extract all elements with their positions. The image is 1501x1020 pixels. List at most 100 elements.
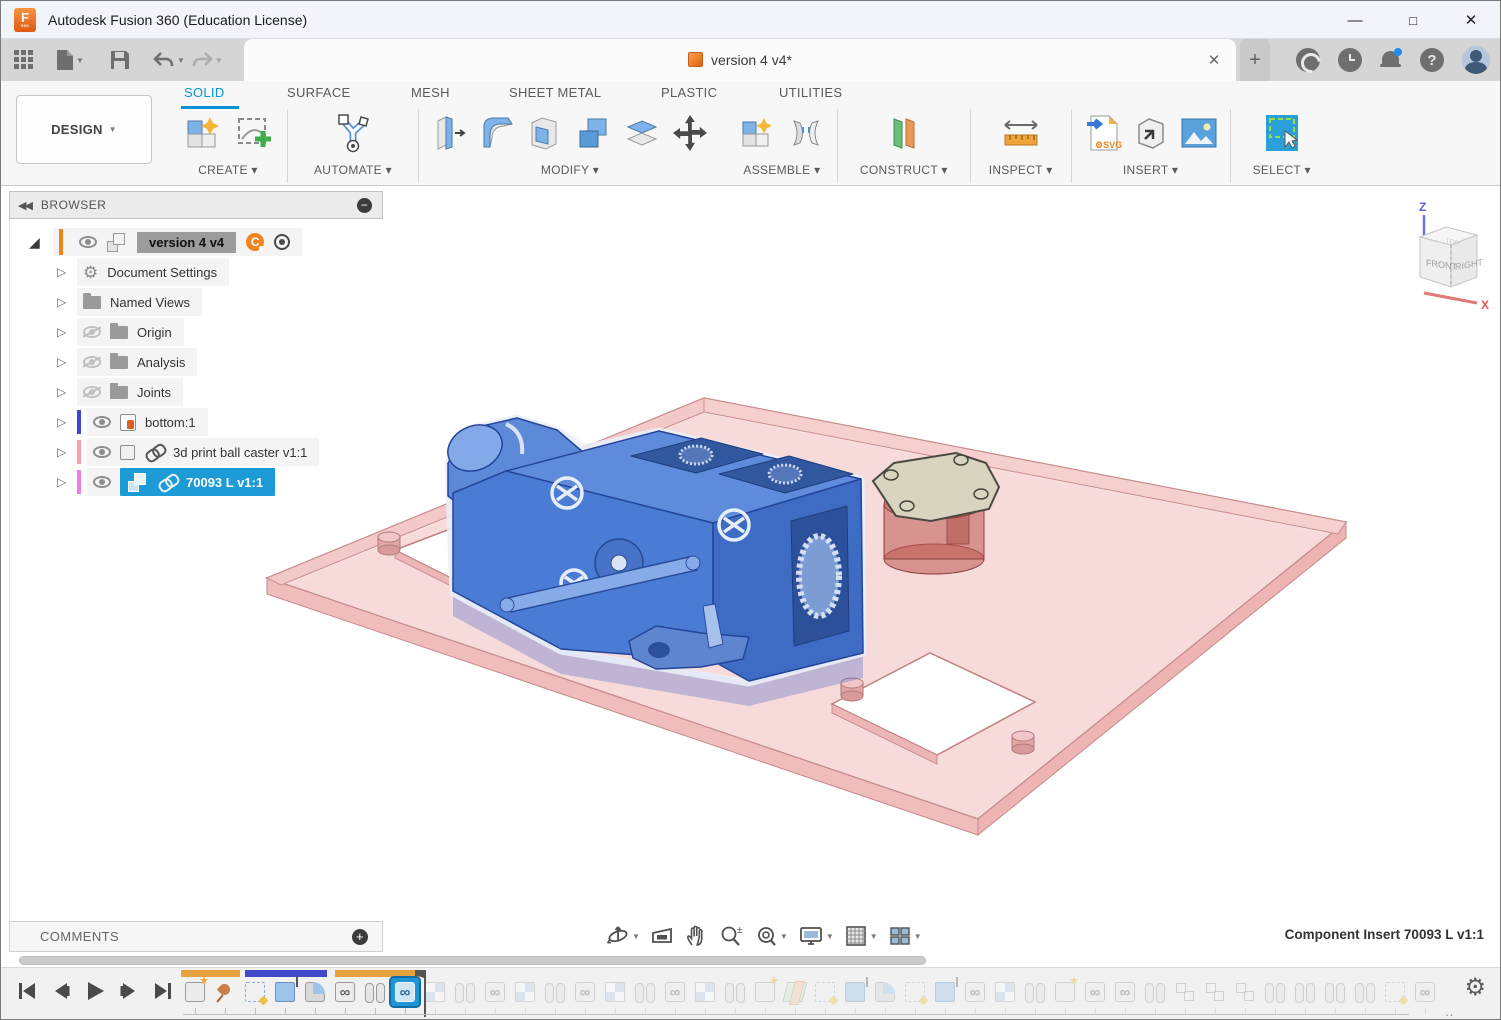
timeline-item-link-future[interactable]: [1081, 978, 1109, 1006]
select-tool[interactable]: [1259, 110, 1305, 156]
timeline-item-sketch-future[interactable]: [1381, 978, 1409, 1006]
offset-face-tool[interactable]: [621, 110, 663, 156]
automate-tool[interactable]: [330, 110, 376, 156]
timeline-item-plane-future[interactable]: [781, 978, 809, 1006]
timeline-item-link[interactable]: [391, 978, 419, 1006]
expander-icon[interactable]: ▷: [57, 385, 71, 399]
zoom-button[interactable]: ±: [715, 922, 747, 950]
browser-row-root[interactable]: ◢ version 4 v4 C: [9, 227, 383, 257]
construct-dropdown[interactable]: CONSTRUCT ▾: [860, 163, 948, 177]
go-to-start-button[interactable]: [15, 980, 39, 1002]
root-document-label[interactable]: version 4 v4: [137, 232, 236, 253]
viewports-button[interactable]: ▼: [885, 922, 925, 950]
timeline-item-joint-future[interactable]: [541, 978, 569, 1006]
browser-row-origin[interactable]: ▷ Origin: [9, 317, 383, 347]
timeline-item-pattern-future[interactable]: [1171, 978, 1199, 1006]
visibility-eye-off-icon[interactable]: [83, 356, 101, 368]
new-component-tool[interactable]: [737, 110, 779, 156]
job-status-icon[interactable]: [1338, 48, 1362, 72]
insert-svg-tool[interactable]: ⚙SVG: [1082, 110, 1124, 156]
close-button[interactable]: ✕: [1442, 1, 1500, 39]
browser-row-analysis[interactable]: ▷ Analysis: [9, 347, 383, 377]
assemble-dropdown[interactable]: ASSEMBLE ▾: [743, 163, 820, 177]
ribbon-tab-sheet-metal[interactable]: SHEET METAL: [509, 85, 601, 100]
automate-dropdown[interactable]: AUTOMATE ▾: [314, 163, 392, 177]
timeline-item-new-component[interactable]: [181, 978, 209, 1006]
press-pull-tool[interactable]: [429, 110, 471, 156]
expander-icon[interactable]: ▷: [57, 475, 71, 489]
help-icon[interactable]: [1420, 48, 1444, 72]
selected-row-highlight[interactable]: 70093 L v1:1: [120, 468, 275, 496]
timeline-item-joint-future[interactable]: [721, 978, 749, 1006]
visibility-eye-off-icon[interactable]: [83, 386, 101, 398]
fillet-tool[interactable]: [477, 110, 519, 156]
timeline-item-link-future[interactable]: [961, 978, 989, 1006]
timeline-item-link-future[interactable]: [1411, 978, 1439, 1006]
cloud-status-badge[interactable]: C: [246, 233, 264, 251]
timeline-item-joint-future[interactable]: [1291, 978, 1319, 1006]
inspect-dropdown[interactable]: INSPECT ▾: [989, 163, 1053, 177]
timeline-item-pattern-future[interactable]: [1201, 978, 1229, 1006]
browser-header[interactable]: ◀◀ BROWSER −: [9, 191, 383, 219]
timeline-item-new-component-future[interactable]: [1051, 978, 1079, 1006]
insert-derive-tool[interactable]: [1130, 110, 1172, 156]
pan-button[interactable]: [681, 922, 711, 950]
browser-row-70093-l[interactable]: ▷ 70093 L v1:1: [9, 467, 383, 497]
look-at-button[interactable]: [647, 923, 677, 949]
activate-component-radio[interactable]: [274, 234, 290, 250]
timeline-item-pin[interactable]: [211, 978, 239, 1006]
timeline-item-link-future[interactable]: [571, 978, 599, 1006]
display-settings-toggle-icon[interactable]: −: [357, 198, 372, 213]
timeline-item-joint-future[interactable]: [1021, 978, 1049, 1006]
workspace-selector[interactable]: DESIGN ▼: [16, 95, 152, 164]
play-button[interactable]: [83, 980, 107, 1002]
step-back-button[interactable]: [49, 980, 73, 1002]
timeline-item-pattern-future[interactable]: [1231, 978, 1259, 1006]
expander-icon[interactable]: ◢: [29, 234, 43, 251]
timeline-group-bar-orange-1[interactable]: [181, 970, 240, 977]
timeline-item-joint-future[interactable]: [451, 978, 479, 1006]
visibility-eye-icon[interactable]: [79, 236, 97, 248]
timeline-item-component-future[interactable]: [991, 978, 1019, 1006]
visibility-eye-icon[interactable]: [93, 416, 111, 428]
move-copy-tool[interactable]: [669, 110, 711, 156]
shell-tool[interactable]: [525, 110, 567, 156]
expander-icon[interactable]: ▷: [57, 445, 71, 459]
insert-dropdown[interactable]: INSERT ▾: [1123, 163, 1178, 177]
redo-button[interactable]: ▼: [191, 43, 223, 77]
timeline-item-sketch-future[interactable]: [811, 978, 839, 1006]
document-tab[interactable]: version 4 v4* ✕: [244, 39, 1236, 81]
timeline-item-joint-future[interactable]: [1261, 978, 1289, 1006]
ribbon-tab-solid[interactable]: SOLID: [184, 85, 225, 100]
timeline-item-new-component-future[interactable]: [751, 978, 779, 1006]
user-avatar[interactable]: [1462, 46, 1490, 74]
fit-button[interactable]: ▼: [751, 922, 791, 950]
display-settings-button[interactable]: ▼: [795, 922, 837, 950]
timeline-item-joint-future[interactable]: [1141, 978, 1169, 1006]
ribbon-tab-utilities[interactable]: UTILITIES: [779, 85, 842, 100]
visibility-eye-icon[interactable]: [93, 476, 111, 488]
timeline-item-sketch[interactable]: [241, 978, 269, 1006]
expander-icon[interactable]: ▷: [57, 325, 71, 339]
timeline-item-fillet[interactable]: [301, 978, 329, 1006]
timeline-settings-gear-icon[interactable]: ⚙: [1464, 976, 1486, 1000]
expander-icon[interactable]: ▷: [57, 355, 71, 369]
create-dropdown[interactable]: CREATE ▾: [198, 163, 258, 177]
timeline-item-extrude-future[interactable]: [931, 978, 959, 1006]
document-tab-close-button[interactable]: ✕: [1202, 51, 1226, 69]
modify-dropdown[interactable]: MODIFY ▾: [541, 163, 599, 177]
timeline-item-fillet-future[interactable]: [871, 978, 899, 1006]
joint-tool[interactable]: [785, 110, 827, 156]
step-forward-button[interactable]: [117, 980, 141, 1002]
timeline-item-sketch-future[interactable]: [901, 978, 929, 1006]
new-solid-tool[interactable]: [179, 110, 225, 156]
timeline-item-component-future[interactable]: [601, 978, 629, 1006]
timeline-item-joint-future[interactable]: [1351, 978, 1379, 1006]
minimize-button[interactable]: —: [1326, 1, 1384, 39]
insert-canvas-tool[interactable]: [1178, 110, 1220, 156]
go-to-end-button[interactable]: [151, 980, 175, 1002]
orbit-button[interactable]: ▼: [603, 922, 643, 950]
browser-row-ball-caster[interactable]: ▷ 3d print ball caster v1:1: [9, 437, 383, 467]
expander-icon[interactable]: ▷: [57, 265, 71, 279]
component-ball-caster-motor[interactable]: [873, 453, 999, 574]
